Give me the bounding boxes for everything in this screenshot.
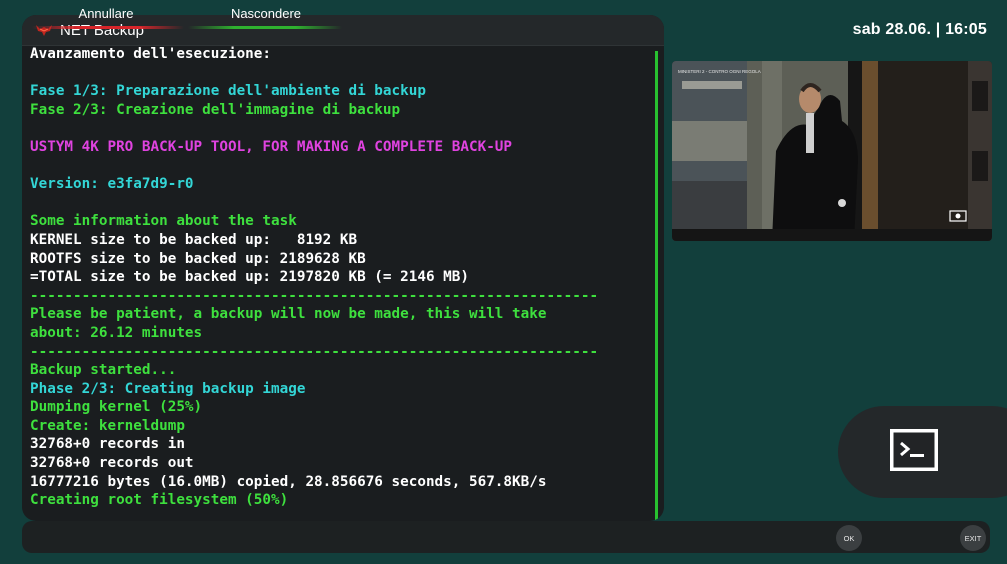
log-line: Fase 1/3: Preparazione dell'ambiente di … bbox=[30, 83, 426, 100]
hide-button[interactable]: Nascondere bbox=[218, 6, 314, 21]
log-line: Phase 2/3: Creating backup image bbox=[30, 380, 306, 397]
video-overlay-text: MINISTERI 2 - CONTRO OGNI REGOLA bbox=[678, 69, 761, 74]
green-button-indicator bbox=[188, 26, 342, 29]
red-button-indicator bbox=[32, 26, 184, 29]
red-crab-logo-icon bbox=[34, 22, 54, 38]
terminal-icon[interactable] bbox=[889, 428, 939, 472]
log-line: ROOTFS size to be backed up: 2189628 KB bbox=[30, 250, 366, 267]
date-time-clock: sab 28.06. | 16:05 bbox=[852, 21, 987, 38]
log-line: ----------------------------------------… bbox=[30, 287, 599, 304]
log-line: Create: kerneldump bbox=[30, 417, 185, 434]
exit-button[interactable]: EXIT bbox=[960, 525, 986, 551]
log-line: Version: e3fa7d9-r0 bbox=[30, 176, 194, 193]
log-line: Dumping kernel (25%) bbox=[30, 399, 203, 416]
log-line: Avanzamento dell'esecuzione: bbox=[30, 46, 272, 62]
log-scrollbar[interactable] bbox=[655, 51, 658, 521]
log-line: about: 26.12 minutes bbox=[30, 324, 203, 341]
ok-button[interactable]: OK bbox=[836, 525, 862, 551]
log-line: 32768+0 records out bbox=[30, 455, 194, 472]
log-line: Please be patient, a backup will now be … bbox=[30, 306, 547, 323]
live-tv-preview: MINISTERI 2 - CONTRO OGNI REGOLA bbox=[672, 61, 992, 241]
log-line: ----------------------------------------… bbox=[30, 343, 599, 360]
log-line: 32768+0 records in bbox=[30, 436, 185, 453]
log-line: =TOTAL size to be backed up: 2197820 KB … bbox=[30, 269, 469, 286]
window-title: NET Backup bbox=[60, 21, 144, 39]
log-line: KERNEL size to be backed up: 8192 KB bbox=[30, 231, 358, 248]
log-line: Backup started... bbox=[30, 362, 177, 379]
log-line: USTYM 4K PRO BACK-UP TOOL, FOR MAKING A … bbox=[30, 138, 513, 155]
backup-log-output: Avanzamento dell'esecuzione: Fase 1/3: Pr… bbox=[30, 45, 650, 521]
log-line: Creating root filesystem (50%) bbox=[30, 492, 289, 509]
cancel-button[interactable]: Annullare bbox=[62, 6, 150, 21]
console-window: NET Backup Avanzamento dell'esecuzione: F… bbox=[22, 15, 664, 521]
log-line: 16777216 bytes (16.0MB) copied, 28.85667… bbox=[30, 473, 547, 490]
log-line: Fase 2/3: Creazione dell'immagine di bac… bbox=[30, 101, 401, 118]
video-frame-image: MINISTERI 2 - CONTRO OGNI REGOLA bbox=[672, 61, 992, 241]
log-line: Some information about the task bbox=[30, 213, 297, 230]
